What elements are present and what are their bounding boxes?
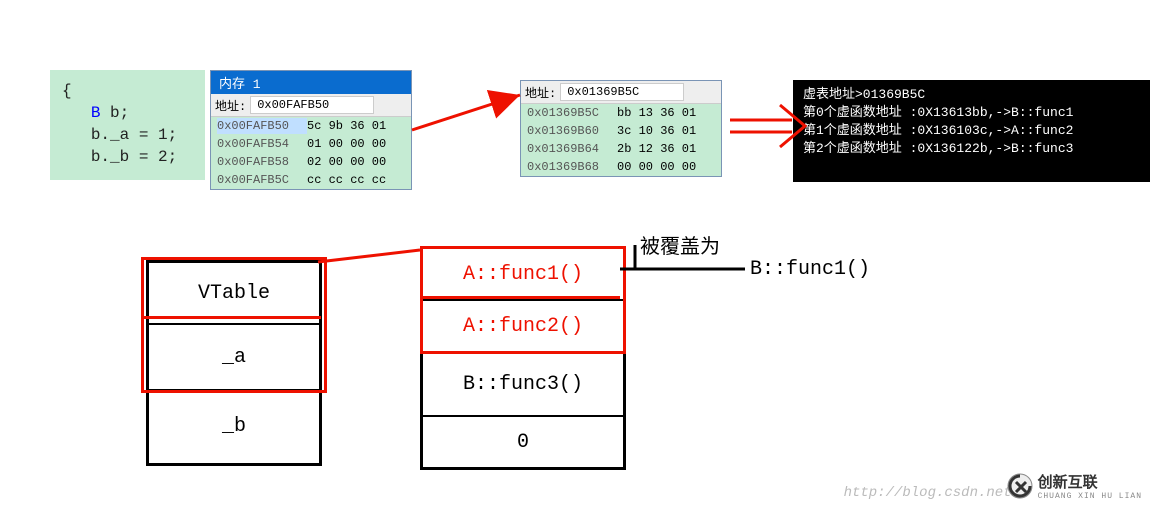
memory-row: 0x01369B603c 10 36 01 xyxy=(521,122,721,140)
vt-red-sep xyxy=(423,296,620,299)
code-line: { xyxy=(62,80,205,102)
memory-row: 0x00FAFB5Ccc cc cc cc xyxy=(211,171,411,189)
code-type: B xyxy=(91,104,110,122)
memory-window-1: 内存 1 地址: 0x00FAFB50 0x00FAFB505c 9b 36 0… xyxy=(210,70,412,190)
code-line: B b; xyxy=(62,102,205,124)
arrow-mem1-to-mem2 xyxy=(412,95,520,130)
memory-rows: 0x00FAFB505c 9b 36 010x00FAFB5401 00 00 … xyxy=(211,117,411,189)
obj-cell-b: _b xyxy=(149,391,319,461)
code-panel: { B b; b._a = 1; b._b = 2; xyxy=(50,70,205,180)
memory-row: 0x01369B5Cbb 13 36 01 xyxy=(521,104,721,122)
mem-addr-label: 地址: xyxy=(525,84,556,101)
memory-row: 0x01369B6800 00 00 00 xyxy=(521,158,721,176)
mem-addr-value[interactable]: 0x00FAFB50 xyxy=(250,96,374,114)
arrow-vtable-ptr xyxy=(318,250,420,262)
memory-row: 0x00FAFB5802 00 00 00 xyxy=(211,153,411,171)
vt-cell-zero: 0 xyxy=(423,417,623,467)
memory-window-2: 地址: 0x01369B5C 0x01369B5Cbb 13 36 010x01… xyxy=(520,80,722,177)
code-rest: b; xyxy=(110,104,129,122)
memory-row: 0x00FAFB505c 9b 36 01 xyxy=(211,117,411,135)
code-line: b._b = 2; xyxy=(62,146,205,168)
vt-cell-func3: B::func3() xyxy=(423,353,623,417)
overwritten-label: 被覆盖为 xyxy=(640,230,720,260)
memory-rows: 0x01369B5Cbb 13 36 010x01369B603c 10 36 … xyxy=(521,104,721,176)
obj-red-frame xyxy=(141,257,327,393)
logo-en: CHUANG XIN HU LIAN xyxy=(1038,492,1142,501)
code-line: b._a = 1; xyxy=(62,124,205,146)
overwritten-value: B::func1() xyxy=(750,258,870,281)
vt-red-frame xyxy=(420,246,626,354)
mem-addr-value[interactable]: 0x01369B5C xyxy=(560,83,684,101)
obj-red-sep xyxy=(144,316,321,319)
mem-addr-label: 地址: xyxy=(215,97,246,114)
memory-title: 内存 1 xyxy=(211,71,411,94)
watermark-url: http://blog.csdn.net/ xyxy=(844,485,1020,501)
console-output: 虚表地址>01369B5C 第0个虚函数地址 :0X13613bb,->B::f… xyxy=(793,80,1150,182)
logo: 创新互联 CHUANG XIN HU LIAN xyxy=(1006,471,1142,501)
logo-cn: 创新互联 xyxy=(1038,475,1098,492)
memory-row: 0x00FAFB5401 00 00 00 xyxy=(211,135,411,153)
memory-row: 0x01369B642b 12 36 01 xyxy=(521,140,721,158)
logo-icon xyxy=(1006,472,1034,500)
